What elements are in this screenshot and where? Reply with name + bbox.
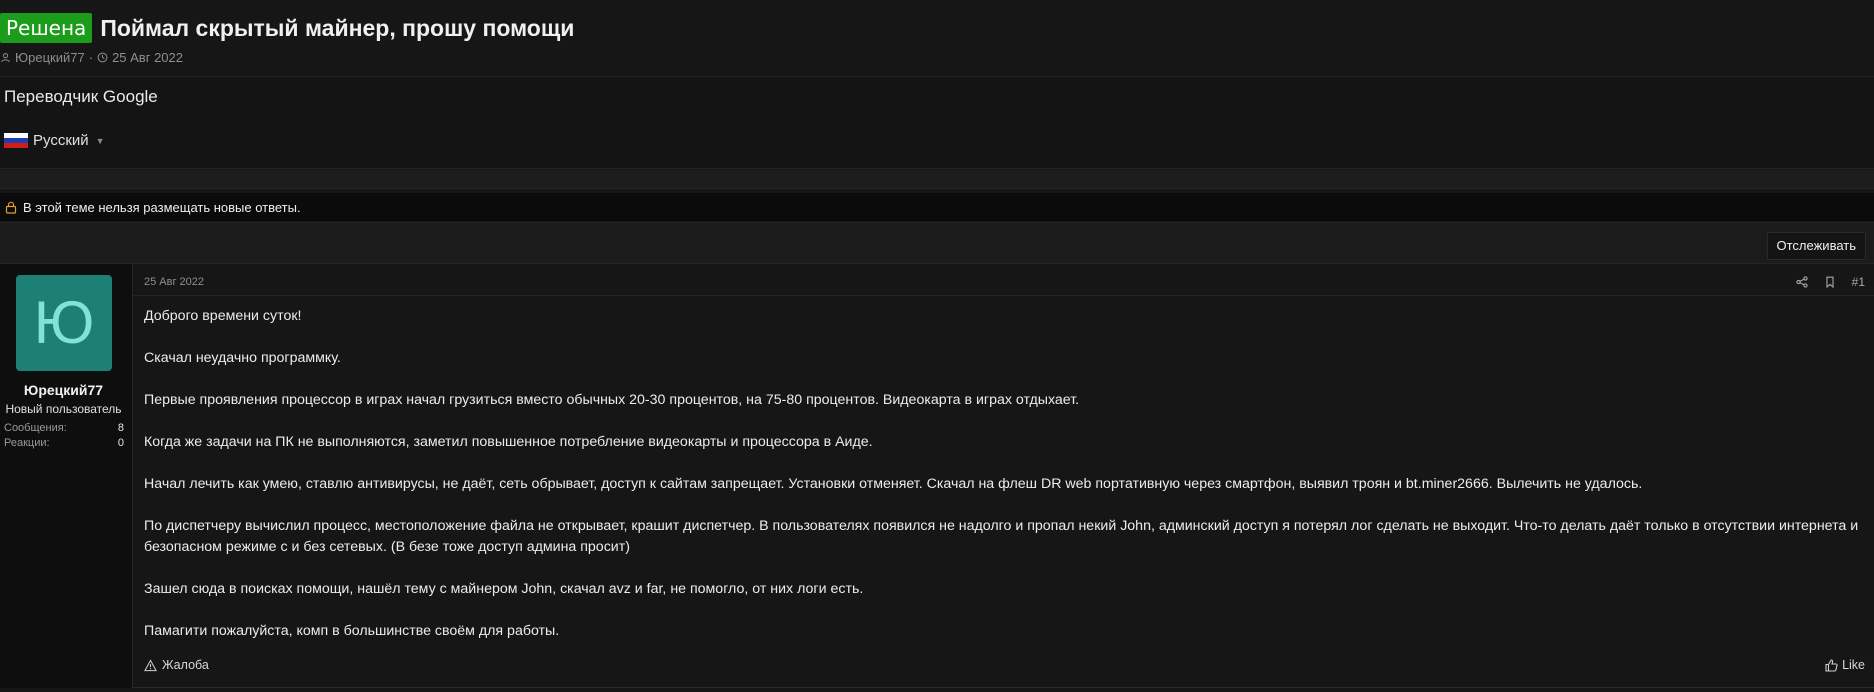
- caret-down-icon: ▼: [95, 135, 105, 146]
- thread-meta: Юрецкий77 · 25 Авг 2022: [0, 50, 183, 65]
- user-icon: [1, 53, 10, 63]
- post-paragraph: Скачал неудачно программку.: [144, 350, 341, 366]
- thumbs-up-icon: [1825, 658, 1838, 672]
- post-header-actions: #1: [1795, 275, 1865, 289]
- thread-author[interactable]: Юрецкий77: [15, 50, 85, 65]
- notice-text: В этой теме нельзя размещать новые ответ…: [23, 199, 301, 215]
- russia-flag-icon: [4, 132, 28, 149]
- post: Ю Юрецкий77 Новый пользователь Сообщения…: [0, 264, 1874, 688]
- report-label: Жалоба: [162, 658, 209, 672]
- post-number[interactable]: #1: [1852, 275, 1865, 289]
- like-button[interactable]: Like: [1825, 658, 1865, 672]
- stat-value: 8: [117, 422, 124, 434]
- flag-stripe-red: [4, 143, 28, 149]
- thread-date[interactable]: 25 Авг 2022: [112, 50, 183, 65]
- post-paragraph: По диспетчеру вычислил процесс, местопол…: [144, 518, 1859, 555]
- post-user-panel: Ю Юрецкий77 Новый пользователь Сообщения…: [0, 264, 133, 688]
- post-paragraph: Доброго времени суток!: [144, 308, 302, 324]
- stat-label: Реакции:: [4, 437, 50, 449]
- watch-button[interactable]: Отслеживать: [1766, 232, 1866, 260]
- post-body: Доброго времени суток! Скачал неудачно п…: [144, 306, 1864, 663]
- post-date[interactable]: 25 Авг 2022: [144, 276, 204, 288]
- post-paragraph: Памагити пожалуйста, комп в большинстве …: [144, 623, 560, 639]
- language-label: Русский: [33, 132, 89, 149]
- avatar[interactable]: Ю: [16, 275, 112, 371]
- language-select[interactable]: Русский ▼: [4, 132, 105, 149]
- post-paragraph: Первые проявления процессор в играх нача…: [144, 392, 1080, 408]
- stat-value: 0: [117, 437, 124, 449]
- stat-label: Сообщения:: [4, 422, 67, 434]
- post-paragraph: Зашел сюда в поисках помощи, нашёл тему …: [144, 581, 864, 597]
- like-label: Like: [1842, 658, 1865, 672]
- post-header: 25 Авг 2022 #1: [133, 264, 1874, 296]
- thread-actions-bar: Отслеживать: [0, 222, 1874, 264]
- share-icon[interactable]: [1795, 276, 1808, 288]
- post-paragraph: Когда же задачи на ПК не выполняются, за…: [144, 434, 873, 450]
- solved-badge[interactable]: Решена: [0, 13, 93, 43]
- stat-messages: Сообщения: 8: [4, 422, 124, 434]
- post-footer: Жалоба Like: [144, 656, 1865, 676]
- user-title: Новый пользователь: [5, 402, 122, 416]
- lock-icon: [5, 201, 17, 214]
- meta-separator: ·: [88, 50, 94, 65]
- translator-title: Переводчик Google: [4, 87, 158, 106]
- clock-icon: [97, 52, 108, 63]
- post-content: 25 Авг 2022 #1 Доброго времени суток! Ск…: [133, 264, 1874, 688]
- locked-thread-notice: В этой теме нельзя размещать новые ответ…: [0, 193, 1874, 221]
- google-translator-widget: Переводчик Google Русский ▼: [0, 76, 1874, 169]
- thread-title-row: Решена Поймал скрытый майнер, прошу помо…: [0, 13, 574, 43]
- report-button[interactable]: Жалоба: [144, 658, 209, 672]
- bookmark-icon[interactable]: [1824, 276, 1836, 288]
- page-title: Поймал скрытый майнер, прошу помощи: [100, 14, 575, 41]
- stat-reactions: Реакции: 0: [4, 437, 124, 449]
- warning-icon: [144, 658, 157, 671]
- breadcrumb-cut-off: ———— ———— ———— ———— ———— ———— ———— ———— …: [0, 0, 1874, 6]
- post-username[interactable]: Юрецкий77: [0, 382, 127, 398]
- post-paragraph: Начал лечить как умею, ставлю антивирусы…: [144, 476, 1643, 492]
- divider-stripe: [0, 170, 1874, 189]
